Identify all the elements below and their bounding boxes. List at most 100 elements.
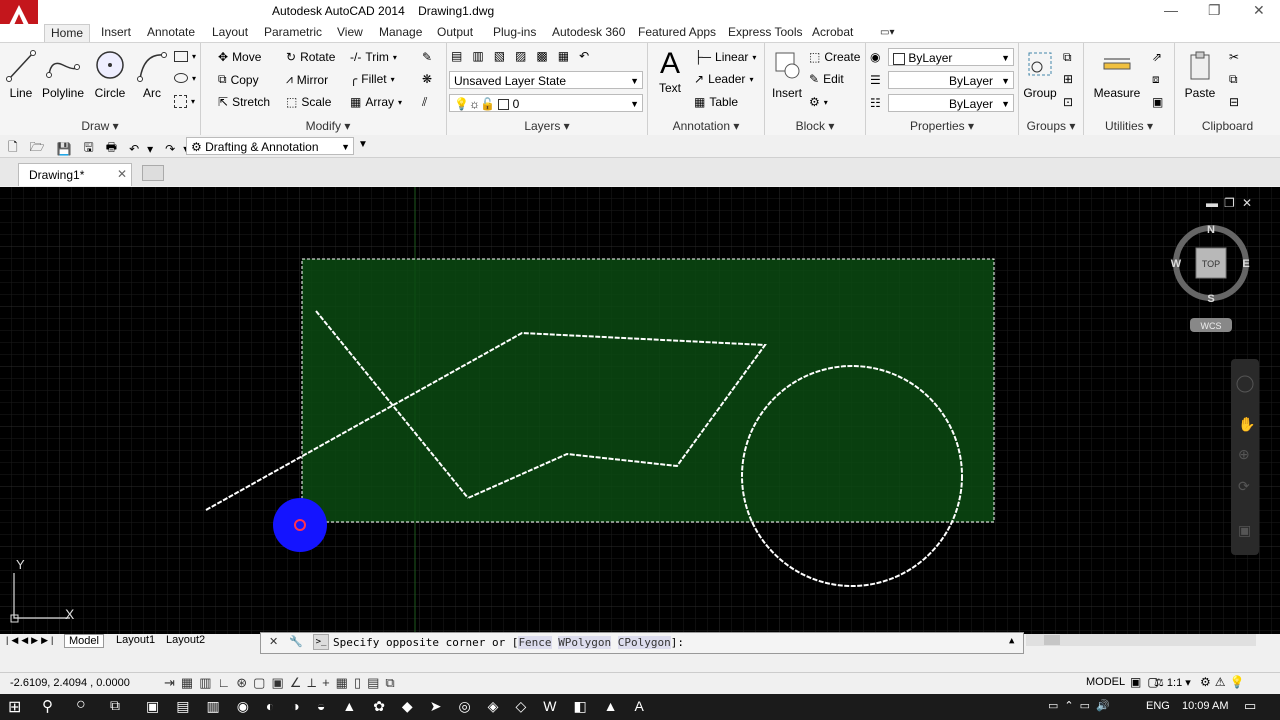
ungroup-icon[interactable]: ⧉ (1063, 50, 1072, 65)
customize-qat-icon[interactable]: ▼ (358, 139, 368, 150)
zoom-icon[interactable]: ⊕ (1238, 446, 1250, 462)
layer-state-dropdown[interactable]: Unsaved Layer State ▼ (449, 71, 643, 89)
text-button[interactable]: A Text (652, 47, 688, 95)
array-button[interactable]: ▦ Array ▾ (350, 95, 402, 109)
search-icon[interactable]: ⚲ (42, 697, 53, 715)
command-option-fence[interactable]: Fence (518, 636, 552, 649)
language-indicator[interactable]: ENG (1146, 700, 1170, 712)
measure-button[interactable]: Measure (1090, 49, 1144, 100)
cut-icon[interactable]: ✂ (1229, 50, 1239, 64)
tab-express-tools[interactable]: Express Tools (728, 24, 802, 41)
word-icon[interactable]: W (543, 698, 573, 714)
polyline-button[interactable]: Polyline (40, 49, 86, 100)
erase-button[interactable]: ✎ (422, 50, 432, 64)
app-icon-7[interactable]: ◒ (317, 698, 342, 714)
command-close-icon[interactable]: ✕ (269, 635, 278, 648)
command-option-wpolygon[interactable]: WPolygon (558, 636, 612, 649)
quick-properties-icon[interactable]: ▤ (367, 675, 385, 690)
workspace-switch-icon[interactable]: ⚙⚠💡 (1200, 675, 1248, 689)
scale-button[interactable]: ⬚ Scale (286, 95, 331, 109)
linetype-dropdown[interactable]: ByLayer ▼ (888, 94, 1014, 112)
edit-block-button[interactable]: ✎ Edit (809, 72, 844, 86)
group-selection-icon[interactable]: ⊡ (1063, 95, 1073, 109)
move-button[interactable]: ✥ Move (218, 50, 261, 64)
tab-autodesk-360[interactable]: Autodesk 360 (552, 24, 625, 41)
compass-e[interactable]: E (1242, 258, 1249, 270)
layout-nav-arrows[interactable]: |◀◀▶▶| (6, 635, 56, 646)
open-file-icon[interactable]: 🗁 (30, 138, 53, 159)
paste-button[interactable]: Paste (1181, 49, 1219, 100)
transparency-icon[interactable]: ▯ (354, 675, 367, 690)
save-as-icon[interactable]: 🖫 (84, 138, 102, 159)
color-dropdown[interactable]: ByLayer ▼ (888, 48, 1014, 66)
tab-annotate[interactable]: Annotate (147, 24, 195, 41)
autocad-taskbar-icon[interactable]: A (635, 698, 661, 714)
properties-panel-title[interactable]: Properties ▾ (866, 119, 1018, 133)
new-tab-button[interactable] (142, 165, 164, 181)
ortho-mode-icon[interactable]: ∟ (218, 675, 237, 690)
lineweight-dropdown[interactable]: ByLayer ▼ (888, 71, 1014, 89)
task-view-icon[interactable]: ⧉ (110, 697, 120, 714)
dynamic-input-icon[interactable]: + (322, 675, 336, 690)
insert-block-button[interactable]: Insert (769, 49, 805, 100)
tab-model[interactable]: Model (64, 634, 104, 648)
explode-button[interactable]: ❋ (422, 72, 432, 86)
calculator-icon[interactable]: ▣ (1152, 95, 1163, 109)
line-button[interactable]: Line (4, 49, 38, 100)
drawing-area[interactable]: Y X ▬ ❐ ✕ TOP N S E W WCS ✋ ⊕ ⟳ ▣ (0, 187, 1280, 634)
file-explorer-icon[interactable]: ▤ (176, 698, 206, 714)
linetype-icon[interactable]: ☷ (870, 96, 881, 110)
block-panel-title[interactable]: Block ▾ (765, 119, 865, 133)
ducs-icon[interactable]: ⟂ (307, 675, 322, 690)
app-icon-9[interactable]: ✿ (373, 698, 402, 714)
group-edit-icon[interactable]: ⊞ (1063, 72, 1073, 86)
app-icon-5[interactable]: ◐ (266, 698, 291, 714)
model-space-toggle[interactable]: MODEL (1086, 676, 1125, 688)
arc-button[interactable]: Arc (134, 49, 170, 100)
windows-start-icon[interactable]: ⊞ (8, 697, 21, 717)
app-icon-1[interactable]: ▣ (146, 698, 176, 714)
quick-select-icon[interactable]: ⇗ (1152, 50, 1162, 64)
clock[interactable]: 10:09 AM (1182, 700, 1228, 712)
snap-mode-icon[interactable]: ▦ (181, 675, 199, 690)
close-button[interactable]: ✕ (1253, 2, 1265, 19)
match-properties-icon[interactable]: ◉ (870, 50, 880, 64)
print-icon[interactable]: 🖶 (106, 138, 125, 159)
rotate-button[interactable]: ↻ Rotate (286, 50, 335, 64)
grid-display-icon[interactable]: ▥ (199, 675, 217, 690)
command-history-icon[interactable]: ▲ (1009, 636, 1014, 646)
drawing-canvas[interactable]: Y X ▬ ❐ ✕ TOP N S E W WCS ✋ ⊕ ⟳ ▣ (0, 187, 1280, 634)
compass-n[interactable]: N (1207, 224, 1215, 236)
workspace-dropdown[interactable]: ⚙ Drafting & Annotation ▼ (186, 137, 354, 155)
viewport-close-icon[interactable]: ✕ (1242, 196, 1252, 210)
groups-panel-title[interactable]: Groups ▾ (1019, 119, 1083, 133)
create-block-button[interactable]: ⬚ Create (809, 50, 860, 64)
copy-button[interactable]: ⧉ Copy (218, 72, 259, 87)
modify-panel-title[interactable]: Modify ▾ (210, 119, 446, 133)
object-snap-icon[interactable]: ▢ (253, 675, 271, 690)
selection-cycling-icon[interactable]: ⧉ (385, 675, 400, 690)
save-icon[interactable]: 💾 (57, 142, 80, 156)
tab-output[interactable]: Output (437, 24, 473, 41)
telegram-icon[interactable]: ➤ (430, 698, 459, 714)
app-icon-3[interactable]: ▥ (206, 698, 236, 714)
app-icon-14[interactable]: ◇ (515, 698, 543, 714)
fillet-button[interactable]: ╭ Fillet ▾ (350, 72, 395, 86)
viewport-minimize-icon[interactable]: ▬ (1206, 196, 1218, 210)
tab-layout1[interactable]: Layout1 (112, 634, 159, 646)
hatch-button[interactable]: ▾ (174, 95, 195, 108)
annotation-scale[interactable]: ⚖ 1:1 ▾ (1154, 676, 1191, 689)
offset-button[interactable]: ⫽ (422, 95, 427, 110)
tab-layout[interactable]: Layout (212, 24, 248, 41)
layer-tools-row[interactable]: ▤ ▥ ▧ ▨ ▩ ▦ ↶ (451, 49, 595, 63)
layers-panel-title[interactable]: Layers ▾ (447, 119, 647, 133)
group-button[interactable]: Group (1021, 49, 1059, 100)
undo-icon[interactable]: ↶▾ (129, 142, 161, 156)
pan-icon[interactable]: ✋ (1238, 416, 1255, 432)
polar-tracking-icon[interactable]: ⊛ (236, 675, 253, 690)
minimize-button[interactable]: — (1164, 2, 1178, 18)
lineweight-toggle-icon[interactable]: ▦ (336, 675, 354, 690)
tab-view[interactable]: View (337, 24, 363, 41)
3d-osnap-icon[interactable]: ▣ (271, 675, 289, 690)
tab-parametric[interactable]: Parametric (264, 24, 322, 41)
